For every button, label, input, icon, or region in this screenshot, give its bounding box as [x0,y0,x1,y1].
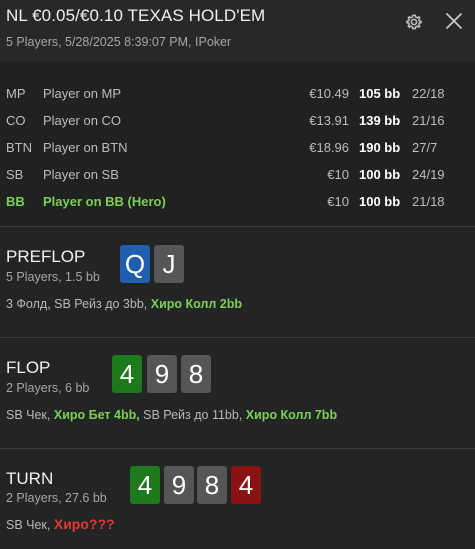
player-name: Player on MP [43,86,122,101]
player-stack: €13.91 [309,113,349,128]
player-stats: 21/18 [412,194,445,209]
action-text: 3 Фолд, SB Рейз до 3bb, [6,297,151,311]
player-stack: €10 [327,167,349,182]
player-stack-bb: 100 bb [359,194,401,209]
player-stack: €10.49 [309,86,349,101]
player-stats: 21/16 [412,113,445,128]
action-text: SB Чек, [6,518,54,532]
hero-action: Хиро Колл 2bb [150,297,243,311]
player-name: Player on BTN [43,140,128,155]
player-stats: 24/19 [412,167,445,182]
player-position: CO [6,113,26,128]
card: Q [120,245,150,283]
card: 4 [112,355,142,393]
player-stack-bb: 190 bb [359,140,401,155]
card: 8 [197,466,227,504]
player-position: SB [6,167,24,182]
player-position: BTN [6,140,32,155]
player-stats: 22/18 [412,86,445,101]
player-name: Player on BB (Hero) [43,194,166,209]
card: 9 [164,466,194,504]
street-title: FLOP [6,358,51,377]
hand-info: 5 Players, 5/28/2025 8:39:07 PM, IPoker [6,35,232,49]
player-name: Player on SB [43,167,119,182]
hand-header: NL €0.05/€0.10 TEXAS HOLD'EM 5 Players, … [0,0,475,62]
action-text: SB Чек, [6,408,54,422]
player-row[interactable]: CO Player on CO €13.91 139 bb 21/16 [0,107,475,134]
hero-action: Хиро Бет 4bb, [53,408,140,422]
street-actions: 3 Фолд, SB Рейз до 3bb, Хиро Колл 2bb [6,297,242,311]
player-stack-bb: 139 bb [359,113,401,128]
hero-action: Хиро??? [53,516,115,532]
street-turn: TURN 2 Players, 27.6 bb 4 9 8 4 SB Чек, … [0,449,475,549]
street-preflop: PREFLOP 5 Players, 1.5 bb Q J 3 Фолд, SB… [0,227,475,337]
card: 9 [147,355,177,393]
street-info: 2 Players, 27.6 bb [6,491,107,505]
player-stack: €18.96 [309,140,349,155]
street-actions: SB Чек, Хиро Бет 4bb, SB Рейз до 11bb, Х… [6,408,337,422]
player-stack: €10 [327,194,349,209]
player-stack-bb: 105 bb [359,86,401,101]
game-title: NL €0.05/€0.10 TEXAS HOLD'EM [6,6,266,25]
card: J [154,245,184,283]
hero-action: Хиро Колл 7bb [245,408,338,422]
card: 8 [181,355,211,393]
player-row[interactable]: BTN Player on BTN €18.96 190 bb 27/7 [0,134,475,161]
close-icon[interactable] [443,10,465,32]
card: 4 [130,466,160,504]
action-text: SB Рейз до 11bb, [139,408,246,422]
street-flop: FLOP 2 Players, 6 bb 4 9 8 SB Чек, Хиро … [0,338,475,448]
street-actions: SB Чек, Хиро??? [6,516,115,532]
player-stats: 27/7 [412,140,438,155]
street-title: TURN [6,469,54,488]
player-stack-bb: 100 bb [359,167,401,182]
gear-icon[interactable] [404,12,424,32]
player-position: MP [6,86,26,101]
card: 4 [231,466,261,504]
street-info: 5 Players, 1.5 bb [6,270,100,284]
player-name: Player on CO [43,113,122,128]
street-title: PREFLOP [6,247,86,266]
player-row[interactable]: MP Player on MP €10.49 105 bb 22/18 [0,80,475,107]
players-list: MP Player on MP €10.49 105 bb 22/18 CO P… [0,62,475,226]
player-position: BB [6,194,25,209]
player-row-hero[interactable]: BB Player on BB (Hero) €10 100 bb 21/18 [0,188,475,215]
street-info: 2 Players, 6 bb [6,381,90,395]
player-row[interactable]: SB Player on SB €10 100 bb 24/19 [0,161,475,188]
